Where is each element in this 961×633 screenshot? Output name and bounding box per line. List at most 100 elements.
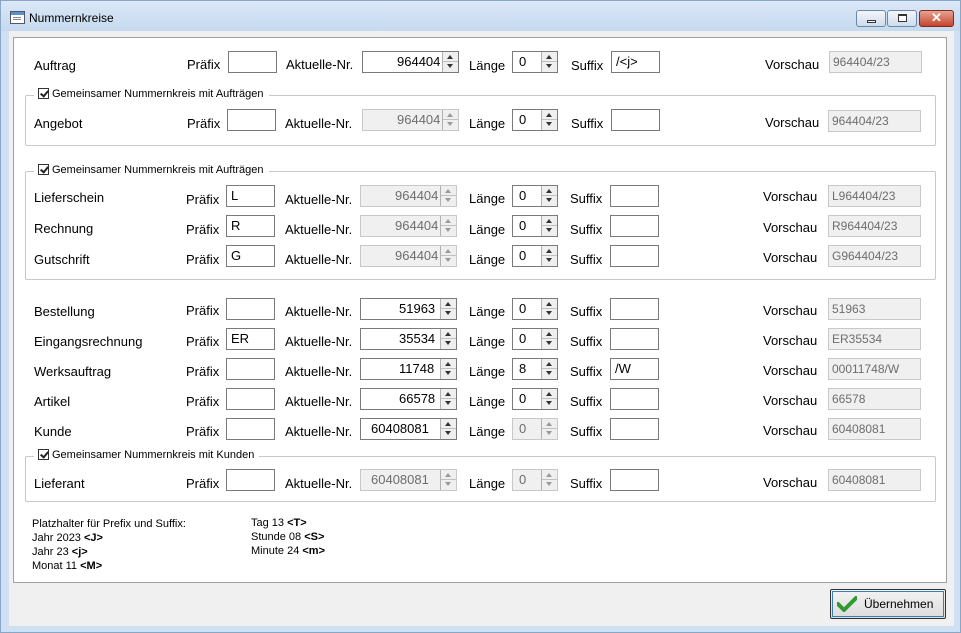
spin-up-icon[interactable] xyxy=(441,389,456,399)
suffix-input[interactable] xyxy=(610,215,659,237)
spin-up-icon[interactable] xyxy=(441,419,456,429)
spin-buttons[interactable] xyxy=(541,389,557,409)
spin-down-icon[interactable] xyxy=(542,256,557,266)
spin-down-icon[interactable] xyxy=(443,62,458,72)
length-spinner[interactable]: 0 xyxy=(512,388,558,410)
suffix-input[interactable] xyxy=(610,245,659,267)
spin-up-icon[interactable] xyxy=(441,359,456,369)
spin-buttons[interactable] xyxy=(440,359,456,379)
spin-buttons xyxy=(442,110,458,130)
current-number-spinner[interactable]: 11748 xyxy=(360,358,457,380)
spin-up-icon[interactable] xyxy=(542,216,557,226)
length-spinner[interactable]: 0 xyxy=(512,185,558,207)
prefix-input[interactable] xyxy=(226,388,275,410)
spin-buttons[interactable] xyxy=(541,110,557,130)
prefix-label: Präfix xyxy=(187,57,221,72)
spin-up-icon[interactable] xyxy=(441,299,456,309)
spin-down-icon[interactable] xyxy=(542,339,557,349)
suffix-input[interactable] xyxy=(610,469,659,491)
spin-buttons[interactable] xyxy=(440,389,456,409)
spin-buttons[interactable] xyxy=(440,419,456,439)
spin-down-icon xyxy=(441,480,456,490)
length-spinner[interactable]: 0 xyxy=(512,215,558,237)
spin-up-icon[interactable] xyxy=(542,329,557,339)
spin-up-icon[interactable] xyxy=(542,389,557,399)
current-label: Aktuelle-Nr. xyxy=(285,476,353,491)
spin-down-icon[interactable] xyxy=(542,309,557,319)
prefix-input[interactable] xyxy=(226,358,275,380)
spin-up-icon[interactable] xyxy=(443,52,458,62)
spin-buttons[interactable] xyxy=(541,299,557,319)
suffix-input[interactable]: /W xyxy=(610,358,659,380)
suffix-input[interactable]: /<j> xyxy=(611,51,660,73)
maximize-button[interactable] xyxy=(887,10,917,27)
prefix-input[interactable] xyxy=(226,298,275,320)
spin-buttons[interactable] xyxy=(440,299,456,319)
suffix-input[interactable] xyxy=(610,418,659,440)
length-spinner[interactable]: 0 xyxy=(512,51,558,73)
shared-customers-checkbox[interactable]: Gemeinsamer Nummernkreis mit Kunden xyxy=(34,449,260,461)
prefix-input[interactable]: G xyxy=(226,245,275,267)
length-spinner[interactable]: 0 xyxy=(512,245,558,267)
spin-buttons[interactable] xyxy=(541,216,557,236)
spin-up-icon[interactable] xyxy=(441,329,456,339)
spin-buttons xyxy=(440,186,456,206)
prefix-input[interactable] xyxy=(228,51,277,73)
spin-buttons[interactable] xyxy=(541,329,557,349)
prefix-input[interactable] xyxy=(226,469,275,491)
spin-down-icon[interactable] xyxy=(441,429,456,439)
suffix-input[interactable] xyxy=(610,298,659,320)
spin-down-icon[interactable] xyxy=(441,309,456,319)
length-spinner[interactable]: 8 xyxy=(512,358,558,380)
spin-down-icon[interactable] xyxy=(441,339,456,349)
prefix-input[interactable]: R xyxy=(226,215,275,237)
spin-down-icon[interactable] xyxy=(441,399,456,409)
spin-down-icon[interactable] xyxy=(542,196,557,206)
suffix-input[interactable] xyxy=(610,185,659,207)
current-number-spinner[interactable]: 60408081 xyxy=(360,418,457,440)
length-spinner[interactable]: 0 xyxy=(512,328,558,350)
shared-orders-checkbox-1[interactable]: Gemeinsamer Nummernkreis mit Aufträgen xyxy=(34,88,269,100)
suffix-label: Suffix xyxy=(571,58,604,73)
current-number-spinner[interactable]: 35534 xyxy=(360,328,457,350)
spin-buttons[interactable] xyxy=(541,359,557,379)
current-number-spinner[interactable]: 964404 xyxy=(362,51,459,73)
length-value: 0 xyxy=(519,421,527,436)
suffix-input[interactable] xyxy=(610,388,659,410)
length-spinner[interactable]: 0 xyxy=(512,109,558,131)
spin-up-icon[interactable] xyxy=(542,359,557,369)
spin-down-icon xyxy=(441,256,456,266)
current-number-spinner[interactable]: 51963 xyxy=(360,298,457,320)
current-number-spinner: 60408081 xyxy=(360,469,457,491)
shared-orders-checkbox-2[interactable]: Gemeinsamer Nummernkreis mit Aufträgen xyxy=(34,164,269,176)
spin-up-icon[interactable] xyxy=(542,52,557,62)
suffix-input[interactable] xyxy=(611,109,660,131)
prefix-input[interactable]: L xyxy=(226,185,275,207)
spin-up-icon[interactable] xyxy=(542,246,557,256)
close-button[interactable]: ✕ xyxy=(919,10,954,27)
minimize-button[interactable] xyxy=(856,10,886,27)
spin-down-icon[interactable] xyxy=(542,120,557,130)
suffix-input[interactable] xyxy=(610,328,659,350)
spin-up-icon[interactable] xyxy=(542,110,557,120)
spin-down-icon[interactable] xyxy=(542,369,557,379)
spin-down-icon[interactable] xyxy=(542,226,557,236)
length-spinner: 0 xyxy=(512,418,558,440)
spin-buttons[interactable] xyxy=(541,52,557,72)
spin-buttons[interactable] xyxy=(440,329,456,349)
spin-up-icon[interactable] xyxy=(542,299,557,309)
spin-up-icon[interactable] xyxy=(542,186,557,196)
spin-down-icon[interactable] xyxy=(441,369,456,379)
spin-down-icon[interactable] xyxy=(542,62,557,72)
spin-down-icon[interactable] xyxy=(542,399,557,409)
length-spinner[interactable]: 0 xyxy=(512,298,558,320)
spin-buttons[interactable] xyxy=(541,246,557,266)
prefix-input[interactable] xyxy=(227,109,276,131)
prefix-input[interactable] xyxy=(226,418,275,440)
apply-button[interactable]: Übernehmen xyxy=(830,589,946,619)
spin-buttons xyxy=(440,470,456,490)
prefix-input[interactable]: ER xyxy=(226,328,275,350)
spin-buttons[interactable] xyxy=(541,186,557,206)
current-number-spinner[interactable]: 66578 xyxy=(360,388,457,410)
spin-buttons[interactable] xyxy=(442,52,458,72)
